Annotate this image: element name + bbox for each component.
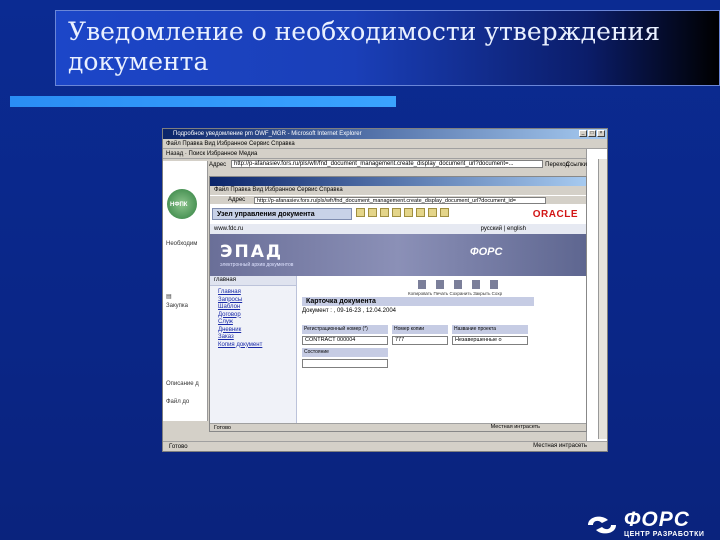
document-card-area: Копировать Печать Сохранить Закрыть Сохр… [298,276,586,426]
browser-title-bar: Подробное уведомление pm OWF_MGR - Micro… [163,129,607,139]
browser-menu-bar[interactable]: Файл Правка Вид Избранное Сервис Справка [163,139,607,149]
menu-item[interactable]: Шаблон [210,304,296,312]
node-band: Узел управления документа ORACLE [210,204,586,224]
inner-status-left: Готово [214,425,231,431]
left-label-3: Описание д [166,381,199,387]
project-field[interactable]: Незавершенные о [452,336,528,345]
browser-nav-toolbar[interactable]: Назад · Поиск Избранное Медиа [163,149,607,159]
close-icon[interactable] [472,280,480,289]
outer-address-row: Адрес http://p-afanasiev.fors.ru/pls/wfr… [207,159,587,171]
menu-item[interactable]: Служ [210,319,296,327]
left-menu: главная Главная Запросы Шаблон Договор С… [210,276,297,426]
site-lang-bar: www.fdc.ru русский | english [210,224,586,234]
browser-screenshot: Подробное уведомление pm OWF_MGR - Micro… [162,128,608,452]
left-label-1: Необходим [166,241,198,247]
epad-logo: ЭПАД [220,242,284,262]
banner-fors-logo: ФОРС [470,246,503,258]
epad-subtitle: электронный архив документов [220,262,294,268]
close-icon[interactable]: × [597,130,605,137]
help-icon[interactable] [440,208,449,217]
fors-logo-text: ФОРС [624,508,690,531]
refresh-icon[interactable] [380,208,389,217]
address-input[interactable]: http://p-afanasiev.fors.ru/pls/wfr/fnd_d… [231,160,543,168]
menu-home[interactable]: главная [210,276,296,286]
user-icon[interactable] [428,208,437,217]
col-header-project: Название проекта [452,325,528,334]
inner-menu-bar[interactable]: Файл Правка Вид Избранное Сервис Справка [210,186,586,195]
outer-left-pane: НФПК Необходим ▤ Закупка Описание д Файл… [163,161,208,421]
window-controls: _ □ × [579,130,605,137]
title-box: Уведомление о необходимости утверждения … [55,10,720,86]
language-switch[interactable]: русский | english [481,224,526,234]
regnum-field[interactable]: CONTRACT 000004 [302,336,388,345]
copy-icon[interactable] [416,208,425,217]
node-toolbar [356,208,449,217]
menu-item[interactable]: Копия документ [210,342,296,350]
card-toolbar [418,280,498,289]
state-field[interactable] [302,359,388,368]
document-icon: ▤ [166,294,172,300]
nfpk-label: НФПК [170,202,188,208]
maximize-icon[interactable]: □ [588,130,596,137]
vertical-scrollbar[interactable] [598,159,607,439]
accent-bar [10,96,396,107]
menu-item[interactable]: Запросы [210,297,296,305]
epad-banner: ЭПАД электронный архив документов ФОРС [210,234,586,276]
browser-window-title: Подробное уведомление pm OWF_MGR - Micro… [173,131,362,137]
minimize-icon[interactable]: _ [579,130,587,137]
outer-status-left: Готово [169,444,188,450]
inner-address-input[interactable]: http://p-afanasiev.fors.ru/pls/wfr/fnd_d… [254,197,546,204]
card-title: Карточка документа [302,297,534,306]
oracle-logo: ORACLE [532,209,578,220]
outer-status-right: Местная интрасеть [533,443,587,449]
inner-status-right: Местная интрасеть [490,424,540,430]
menu-item[interactable]: Главная [210,289,296,297]
copy-field[interactable]: 777 [392,336,448,345]
card-toolbar-labels: Копировать Печать Сохранить Закрыть Сохр [408,291,503,296]
fors-footer-logo: ФОРС ЦЕНТР РАЗРАБОТКИ [580,508,720,540]
print-icon[interactable] [436,280,444,289]
slide-background: Уведомление о необходимости утверждения … [0,0,720,540]
col-header-copy: Номер копии [392,325,448,334]
save-alt-icon[interactable] [490,280,498,289]
menu-item[interactable]: Заказ [210,334,296,342]
tools-icon[interactable] [392,208,401,217]
card-document-line: Документ : , 09-16-23 , 12.04.2004 [302,308,396,314]
state-label: Состояние [302,348,388,357]
node-title: Узел управления документа [212,208,352,220]
inner-address-label: Адрес [228,197,246,203]
flag-icon[interactable] [404,208,413,217]
save-icon[interactable] [454,280,462,289]
folder-icon[interactable] [356,208,365,217]
links-button[interactable]: Ссылки [566,160,587,170]
left-label-4: Файл до [166,399,190,405]
col-header-regnum: Регистрационный номер (*) [302,325,388,334]
inner-address-bar: Адрес http://p-afanasiev.fors.ru/pls/wfr… [210,195,586,204]
search-icon[interactable] [368,208,377,217]
menu-item[interactable]: Договор [210,312,296,320]
copy-icon[interactable] [418,280,426,289]
fors-logo-subtitle: ЦЕНТР РАЗРАБОТКИ [624,531,705,538]
inner-browser-window: Файл Правка Вид Избранное Сервис Справка… [209,176,587,432]
inner-title-bar [210,177,586,186]
menu-item[interactable]: Дневник [210,327,296,335]
fors-swirl-icon [588,516,616,534]
site-url[interactable]: www.fdc.ru [214,224,243,234]
address-label: Адрес [209,162,227,168]
left-label-2[interactable]: Закупка [166,303,188,309]
slide-title: Уведомление о необходимости утверждения … [68,17,660,76]
